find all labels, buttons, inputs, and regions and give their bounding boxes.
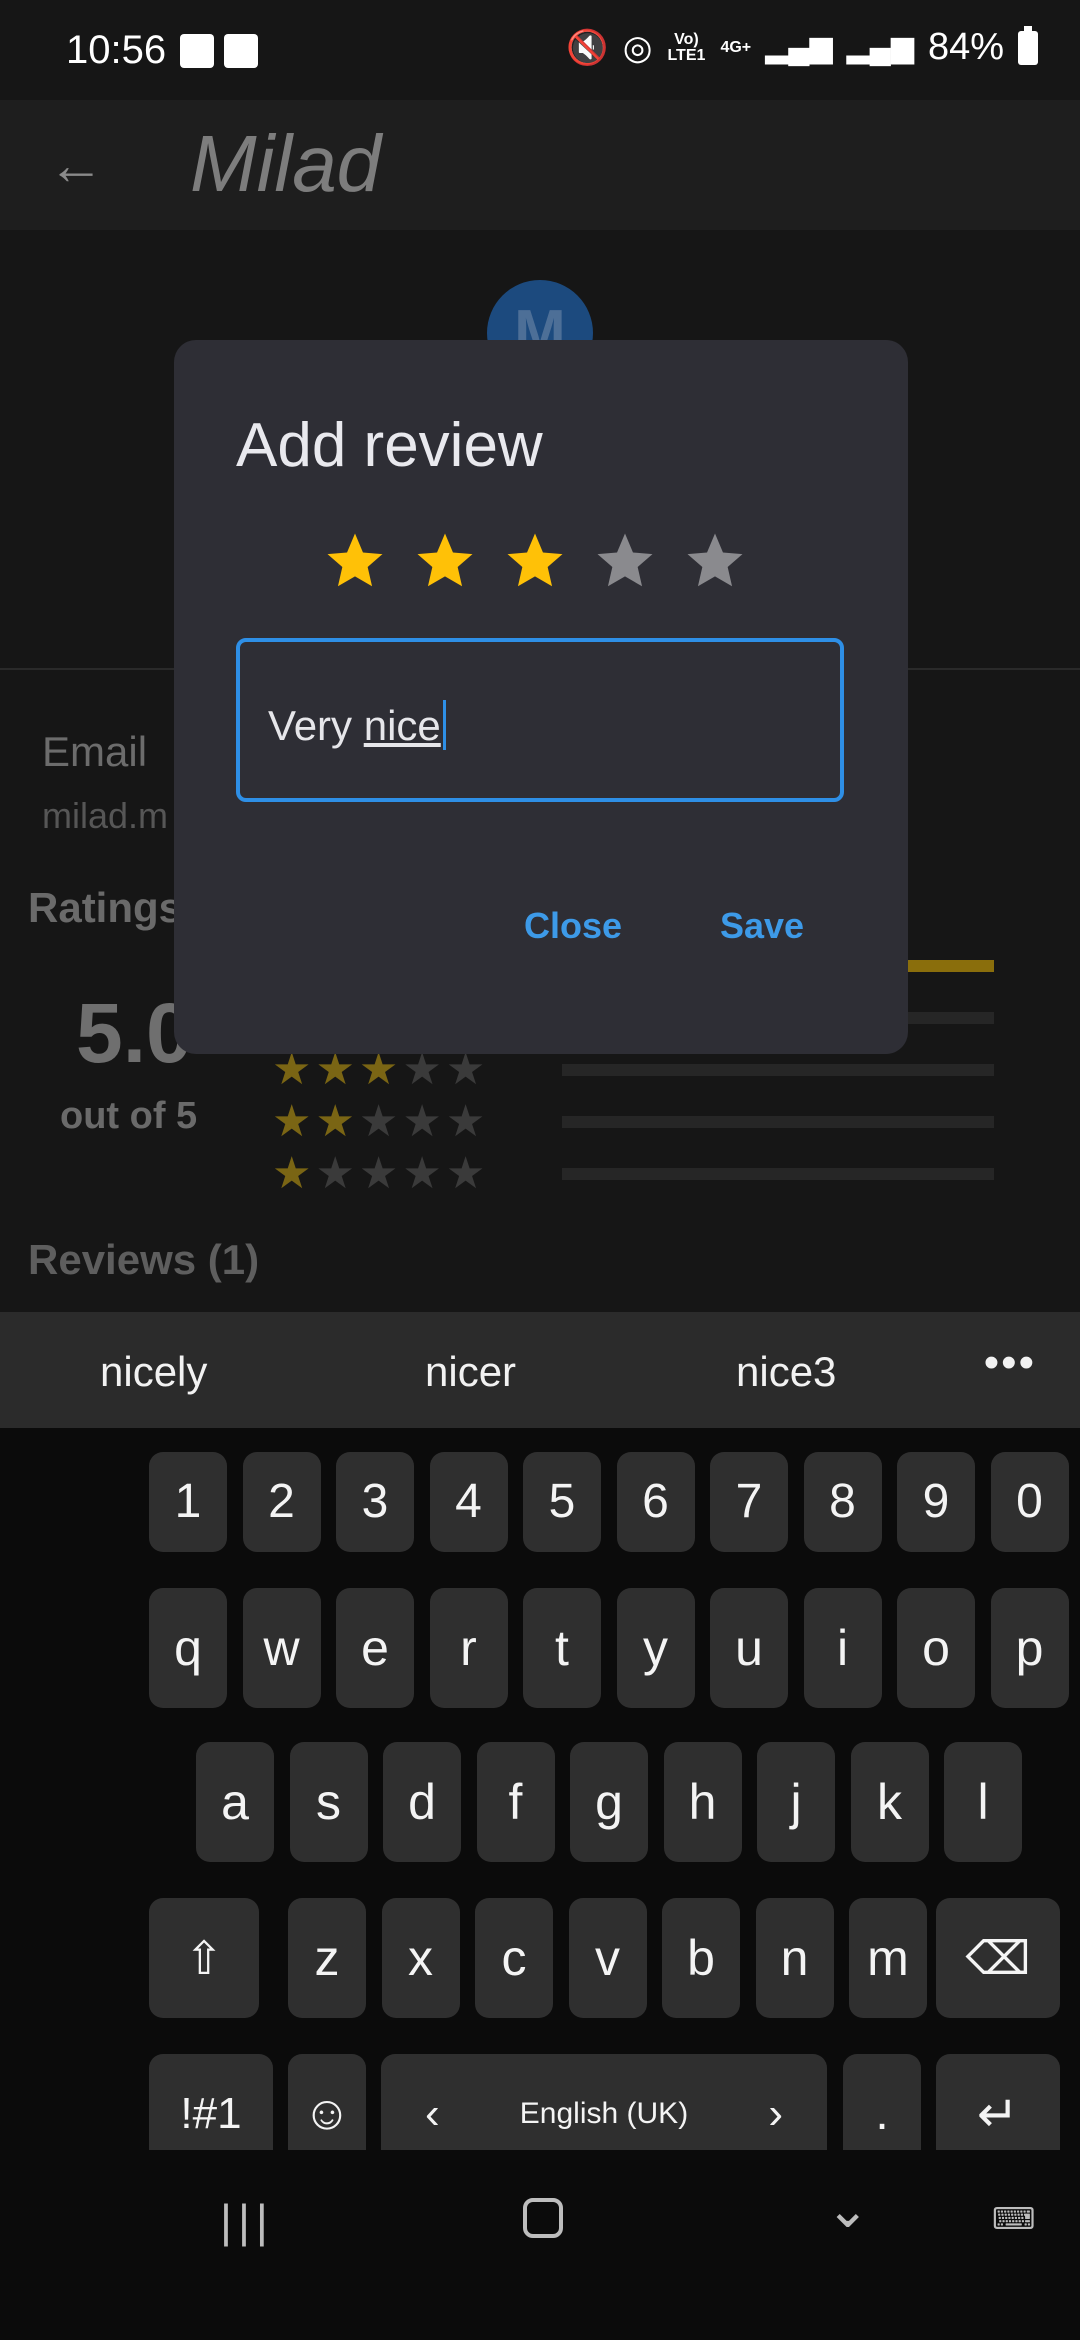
star-icon[interactable] <box>412 528 478 594</box>
key-k[interactable]: k <box>850 1742 929 1862</box>
key-g[interactable]: g <box>570 1742 648 1862</box>
suggestion-bar: nicely nicer nice3 ••• <box>0 1312 1080 1428</box>
key-u[interactable]: u <box>710 1588 788 1708</box>
dialog-title: Add review <box>236 411 543 480</box>
save-button[interactable]: Save <box>720 905 804 947</box>
key-8[interactable]: 8 <box>803 1452 882 1552</box>
key-v[interactable]: v <box>568 1898 647 2018</box>
key-y[interactable]: y <box>616 1588 695 1708</box>
review-text-value: Very nice <box>268 700 446 750</box>
space-label: English (UK) <box>519 2097 689 2130</box>
key-o[interactable]: o <box>897 1588 975 1708</box>
nav-back-icon[interactable]: ⌄ <box>826 2180 870 2240</box>
star-icon[interactable] <box>682 528 748 594</box>
add-review-dialog: Add review Very nice Close Save <box>174 340 908 1054</box>
key-0[interactable]: 0 <box>990 1452 1069 1552</box>
star-icon[interactable] <box>502 528 568 594</box>
key-9[interactable]: 9 <box>897 1452 975 1552</box>
key-b[interactable]: b <box>662 1898 740 2018</box>
key-5[interactable]: 5 <box>523 1452 601 1552</box>
suggestion-2[interactable]: nicer <box>425 1348 516 1396</box>
backspace-icon[interactable]: ⌫ <box>936 1898 1060 2018</box>
star-icon[interactable] <box>322 528 388 594</box>
key-z[interactable]: z <box>288 1898 366 2018</box>
home-icon[interactable] <box>523 2198 563 2238</box>
key-a[interactable]: a <box>196 1742 274 1862</box>
review-text-composing: nice <box>363 702 441 749</box>
key-n[interactable]: n <box>755 1898 834 2018</box>
key-q[interactable]: q <box>149 1588 227 1708</box>
keyboard-hide-icon[interactable]: ⌨ <box>992 2202 1035 2237</box>
rating-stars <box>322 528 748 594</box>
key-i[interactable]: i <box>803 1588 882 1708</box>
soft-keyboard: nicely nicer nice3 ••• 1234567890 qwertyu… <box>0 1312 1080 2174</box>
key-p[interactable]: p <box>990 1588 1069 1708</box>
star-icon[interactable] <box>592 528 658 594</box>
key-t[interactable]: t <box>523 1588 601 1708</box>
key-x[interactable]: x <box>381 1898 460 2018</box>
key-f[interactable]: f <box>476 1742 555 1862</box>
key-e[interactable]: e <box>336 1588 414 1708</box>
key-w[interactable]: w <box>242 1588 321 1708</box>
review-text-prefix: Very <box>268 702 364 749</box>
review-text-field[interactable]: Very nice <box>236 638 844 802</box>
recents-icon[interactable]: ||| <box>220 2194 274 2248</box>
key-6[interactable]: 6 <box>616 1452 695 1552</box>
suggestion-1[interactable]: nicely <box>100 1348 207 1396</box>
suggestion-3[interactable]: nice3 <box>736 1348 836 1396</box>
shift-icon[interactable]: ⇧ <box>149 1898 259 2018</box>
key-2[interactable]: 2 <box>242 1452 321 1552</box>
key-s[interactable]: s <box>289 1742 368 1862</box>
key-r[interactable]: r <box>429 1588 508 1708</box>
key-l[interactable]: l <box>944 1742 1022 1862</box>
key-m[interactable]: m <box>849 1898 927 2018</box>
key-4[interactable]: 4 <box>429 1452 508 1552</box>
navigation-bar: ||| ⌄ ⌨ <box>0 2150 1080 2340</box>
key-7[interactable]: 7 <box>710 1452 788 1552</box>
key-d[interactable]: d <box>383 1742 461 1862</box>
key-h[interactable]: h <box>663 1742 742 1862</box>
text-caret <box>442 700 446 750</box>
more-options-icon[interactable]: ••• <box>984 1338 1036 1388</box>
close-button[interactable]: Close <box>524 905 622 947</box>
key-j[interactable]: j <box>757 1742 835 1862</box>
key-1[interactable]: 1 <box>149 1452 227 1552</box>
key-c[interactable]: c <box>475 1898 553 2018</box>
key-3[interactable]: 3 <box>336 1452 414 1552</box>
